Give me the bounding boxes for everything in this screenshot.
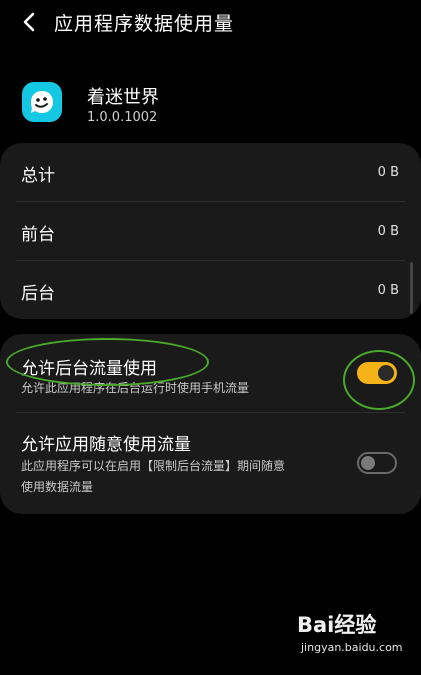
- app-version: 1.0.0.1002: [87, 110, 158, 125]
- option-unrestricted-desc-line1: 此应用程序可以在启用【限制后台流量】期间随意: [21, 459, 286, 473]
- option-unrestricted-desc-line2: 使用数据流量: [21, 480, 94, 494]
- baidu-jingyan-watermark: Bai经验 jingyan.baidu.com: [297, 609, 409, 661]
- unrestricted-data-toggle[interactable]: [357, 452, 397, 474]
- watermark-logo-text: Bai经验: [297, 613, 377, 637]
- usage-background-label: 后台: [21, 284, 55, 304]
- scrollbar[interactable]: [410, 262, 413, 314]
- usage-row-total: 总计 0 B: [0, 143, 421, 201]
- back-arrow-icon[interactable]: [18, 10, 42, 34]
- annotation-ellipse-title: [6, 338, 209, 386]
- top-app-bar: 应用程序数据使用量: [0, 0, 421, 48]
- usage-row-foreground: 前台 0 B: [0, 202, 421, 260]
- usage-row-background: 后台 0 B: [0, 261, 421, 319]
- annotation-ellipse-toggle: [343, 350, 415, 410]
- option-unrestricted-title: 允许应用随意使用流量: [21, 435, 191, 455]
- usage-background-value: 0 B: [377, 283, 399, 298]
- usage-foreground-label: 前台: [21, 225, 55, 245]
- watermark-url: jingyan.baidu.com: [301, 641, 403, 654]
- app-smiley-chat-icon: [22, 82, 62, 122]
- usage-total-label: 总计: [21, 166, 55, 186]
- usage-foreground-value: 0 B: [377, 224, 399, 239]
- toggle-knob: [361, 456, 375, 470]
- usage-card: 总计 0 B 前台 0 B 后台 0 B: [0, 143, 421, 319]
- usage-total-value: 0 B: [377, 165, 399, 180]
- app-name: 着迷世界: [87, 87, 159, 108]
- page-title: 应用程序数据使用量: [54, 13, 235, 35]
